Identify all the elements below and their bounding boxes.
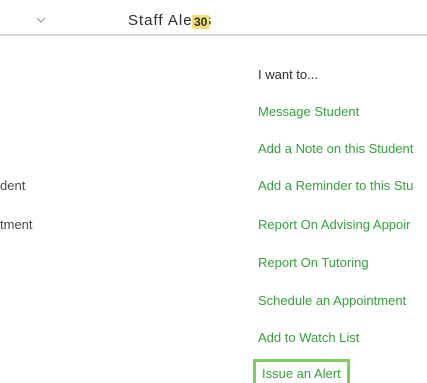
menu-item-report-tutoring[interactable]: Report On Tutoring: [258, 255, 369, 270]
screen-root: Staff Alerts 30 dent tment I want to... …: [0, 0, 427, 383]
menu-item-add-to-watch-list[interactable]: Add to Watch List: [258, 330, 359, 345]
menu-header: I want to...: [258, 67, 318, 82]
menu-item-add-reminder[interactable]: Add a Reminder to this Stu: [258, 178, 413, 193]
menu-item-add-note[interactable]: Add a Note on this Student: [258, 141, 413, 156]
menu-item-schedule-appointment[interactable]: Schedule an Appointment: [258, 293, 406, 308]
staff-alerts-count-badge: 30: [192, 15, 210, 29]
menu-item-report-advising-appointment[interactable]: Report On Advising Appoir: [258, 217, 410, 232]
left-partial-text-1: dent: [0, 178, 26, 193]
menu-item-issue-alert-highlighted[interactable]: Issue an Alert: [253, 359, 350, 383]
i-want-to-menu: I want to... Message Student Add a Note …: [252, 0, 427, 383]
left-partial-text-2: tment: [0, 217, 33, 232]
menu-item-message-student[interactable]: Message Student: [258, 104, 359, 119]
chevron-down-icon[interactable]: [36, 17, 46, 23]
